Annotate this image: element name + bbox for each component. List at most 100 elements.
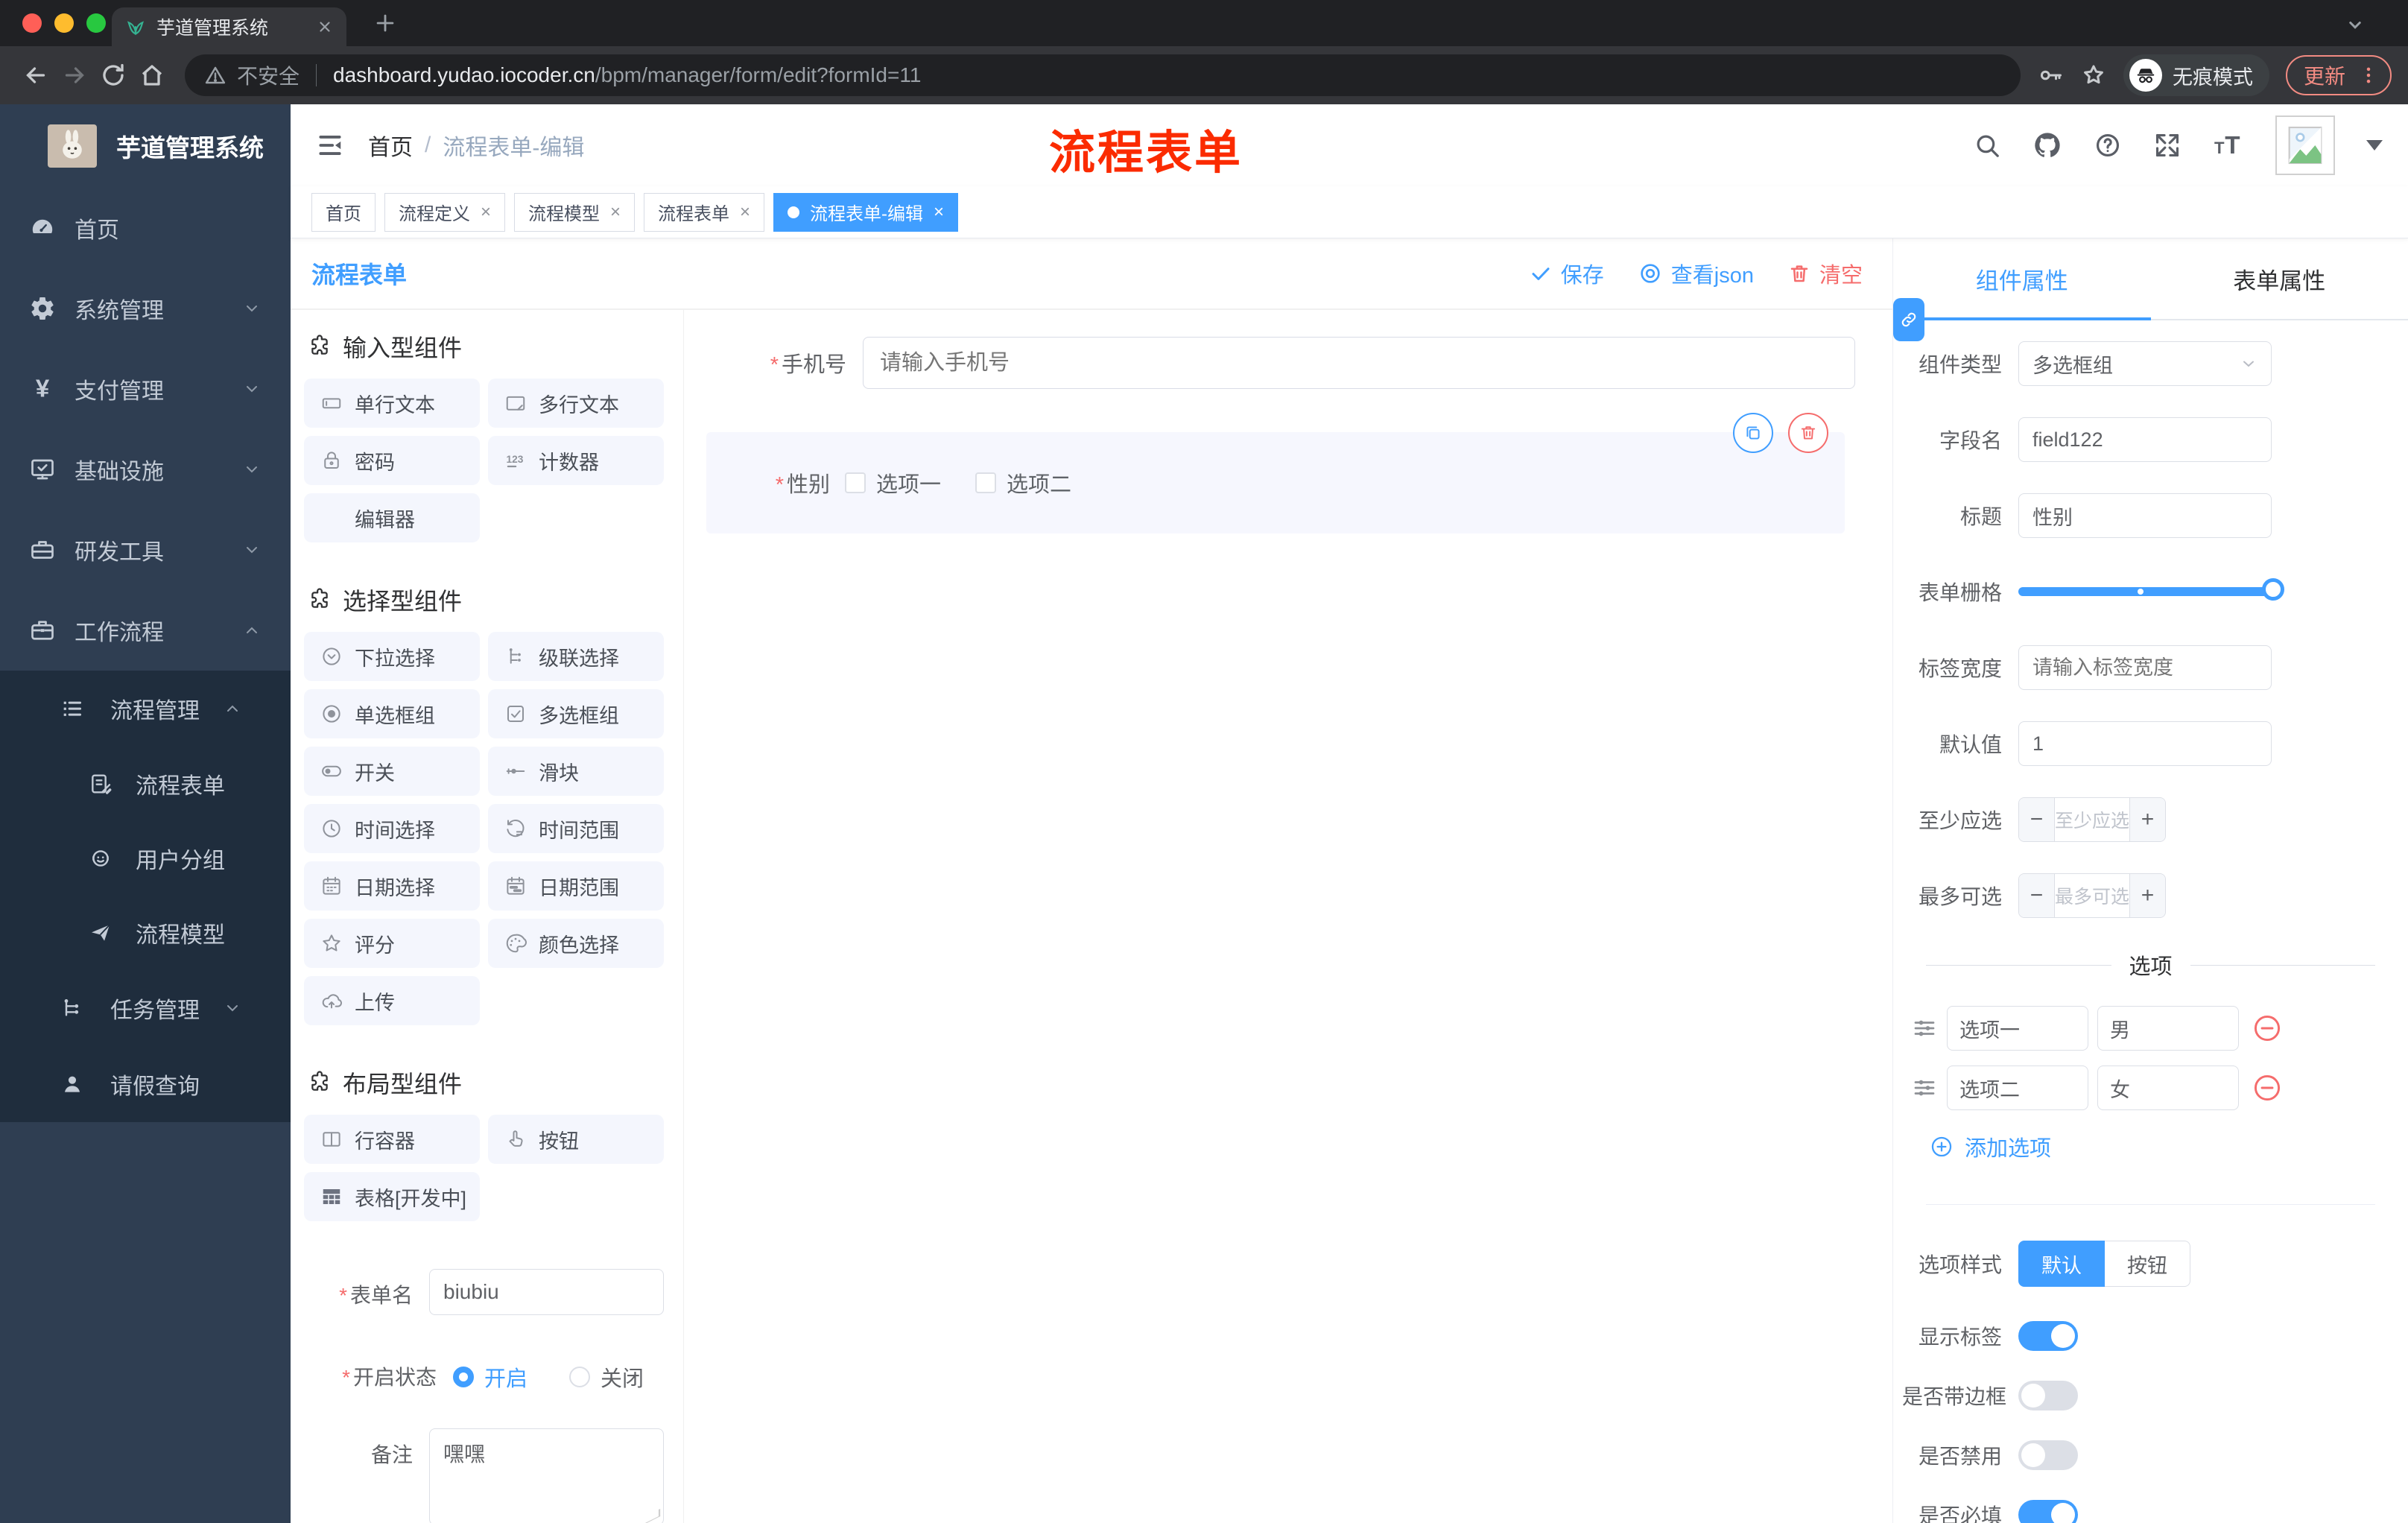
disabled-toggle[interactable] [2018, 1440, 2078, 1470]
checkbox-box[interactable] [845, 472, 866, 493]
sidebar-item-process-model[interactable]: 流程模型 [0, 896, 291, 970]
component-type-select[interactable]: 多选框组 [2018, 341, 2272, 386]
phone-input[interactable] [863, 337, 1855, 389]
min-select-stepper[interactable]: − 至少应选 + [2018, 797, 2166, 842]
gender-option-2[interactable]: 选项二 [975, 467, 1071, 498]
sidebar-item-process-mgmt[interactable]: 流程管理 [0, 671, 291, 747]
tab-close-icon[interactable] [317, 19, 333, 35]
palette-item-rate[interactable]: 评分 [304, 919, 480, 968]
stepper-decrease-button[interactable]: − [2019, 798, 2055, 841]
option-value-input[interactable] [2097, 1066, 2239, 1110]
checkbox-box[interactable] [975, 472, 997, 493]
avatar[interactable] [2275, 115, 2335, 175]
sidebar-item-task-mgmt[interactable]: 任务管理 [0, 970, 291, 1046]
required-toggle[interactable] [2018, 1500, 2078, 1523]
sidebar-item-infra[interactable]: 基础设施 [0, 429, 291, 510]
new-tab-button[interactable] [373, 10, 398, 36]
tag-close-icon[interactable]: × [934, 202, 944, 223]
remove-option-button[interactable] [2251, 1071, 2284, 1104]
app-logo[interactable]: 芋道管理系统 [0, 104, 291, 188]
clear-button[interactable]: 清空 [1788, 258, 1863, 289]
tag-close-icon[interactable]: × [481, 202, 491, 223]
status-radio-on[interactable]: 开启 [453, 1361, 527, 1393]
palette-item-checkbox-group[interactable]: 多选框组 [488, 689, 664, 738]
maximize-window-button[interactable] [86, 13, 106, 33]
palette-item-single-text[interactable]: 单行文本 [304, 379, 480, 428]
palette-item-password[interactable]: 密码 [304, 436, 480, 485]
address-bar[interactable]: 不安全 dashboard.yudao.iocoder.cn/bpm/manag… [185, 54, 2021, 96]
palette-item-table[interactable]: 表格[开发中] [304, 1172, 480, 1221]
tab-component-props[interactable]: 组件属性 [1893, 238, 2151, 319]
palette-item-time-range[interactable]: 时间范围 [488, 804, 664, 853]
palette-item-counter[interactable]: 123 计数器 [488, 436, 664, 485]
close-window-button[interactable] [22, 13, 42, 33]
sidebar-item-process-form[interactable]: 流程表单 [0, 747, 291, 821]
style-button-button[interactable]: 按钮 [2105, 1241, 2190, 1287]
form-grid-slider[interactable] [2018, 569, 2284, 614]
delete-component-button[interactable] [1788, 413, 1828, 453]
field-name-input[interactable] [2018, 417, 2272, 462]
option-label-input[interactable] [1947, 1006, 2088, 1051]
label-width-input[interactable] [2018, 645, 2272, 690]
option-label-input[interactable] [1947, 1066, 2088, 1110]
tag-close-icon[interactable]: × [740, 202, 750, 223]
palette-item-time-picker[interactable]: 时间选择 [304, 804, 480, 853]
sidebar-item-workflow[interactable]: 工作流程 [0, 590, 291, 671]
sidebar-item-leave-query[interactable]: 请假查询 [0, 1046, 291, 1122]
minimize-window-button[interactable] [54, 13, 74, 33]
drag-handle-icon[interactable] [1911, 1015, 1938, 1042]
sidebar-item-payment[interactable]: ¥ 支付管理 [0, 349, 291, 429]
slider-handle[interactable] [2262, 578, 2284, 601]
password-key-icon[interactable] [2037, 62, 2064, 89]
sidebar-item-system[interactable]: 系统管理 [0, 268, 291, 349]
back-button[interactable] [16, 56, 55, 95]
reload-button[interactable] [94, 56, 133, 95]
palette-item-editor[interactable]: 编辑器 [304, 493, 480, 542]
max-select-stepper[interactable]: − 最多可选 + [2018, 873, 2166, 918]
stepper-increase-button[interactable]: + [2129, 798, 2165, 841]
sidebar-item-devtools[interactable]: 研发工具 [0, 510, 291, 590]
font-size-icon[interactable]: TT [2213, 131, 2244, 159]
home-button[interactable] [133, 56, 171, 95]
palette-item-row-container[interactable]: 行容器 [304, 1115, 480, 1164]
palette-item-slider[interactable]: 滑块 [488, 747, 664, 796]
avatar-caret-icon[interactable] [2366, 140, 2383, 151]
tag-process-model[interactable]: 流程模型 × [514, 192, 636, 232]
search-icon[interactable] [1973, 131, 2001, 159]
show-label-toggle[interactable] [2018, 1321, 2078, 1351]
palette-item-date-range[interactable]: 日期范围 [488, 861, 664, 911]
status-radio-off[interactable]: 关闭 [569, 1361, 644, 1393]
gender-component-selected[interactable]: * 性别 选项一 选项二 [706, 413, 1845, 533]
option-value-input[interactable] [2097, 1006, 2239, 1051]
phone-field-row[interactable]: * 手机号 [684, 337, 1855, 389]
tag-process-form[interactable]: 流程表单 × [644, 192, 765, 232]
sidebar-item-user-groups[interactable]: 用户分组 [0, 821, 291, 896]
sidebar-collapse-icon[interactable] [316, 131, 344, 159]
duplicate-component-button[interactable] [1733, 413, 1773, 453]
sidebar-item-home[interactable]: 首页 [0, 188, 291, 268]
palette-item-button[interactable]: 按钮 [488, 1115, 664, 1164]
tag-home[interactable]: 首页 [311, 192, 376, 232]
fullscreen-icon[interactable] [2153, 131, 2182, 159]
palette-item-multi-text[interactable]: 多行文本 [488, 379, 664, 428]
border-toggle[interactable] [2018, 1381, 2078, 1410]
add-option-button[interactable]: 添加选项 [1929, 1131, 2408, 1162]
stepper-decrease-button[interactable]: − [2019, 874, 2055, 917]
drag-handle-icon[interactable] [1911, 1074, 1938, 1101]
tag-process-form-edit[interactable]: 流程表单-编辑 × [773, 192, 959, 232]
palette-item-color-picker[interactable]: 颜色选择 [488, 919, 664, 968]
chrome-update-button[interactable]: 更新 [2285, 55, 2392, 95]
tab-form-props[interactable]: 表单属性 [2151, 238, 2408, 319]
breadcrumb-home[interactable]: 首页 [368, 129, 413, 162]
browser-menu-icon[interactable] [2357, 64, 2380, 86]
view-json-button[interactable]: 查看json [1638, 258, 1754, 289]
title-input[interactable] [2018, 493, 2272, 538]
gender-option-1[interactable]: 选项一 [845, 467, 941, 498]
style-default-button[interactable]: 默认 [2018, 1241, 2105, 1287]
palette-item-radio-group[interactable]: 单选框组 [304, 689, 480, 738]
save-button[interactable]: 保存 [1530, 258, 1604, 289]
palette-item-upload[interactable]: 上传 [304, 976, 480, 1025]
form-name-input[interactable] [429, 1269, 664, 1315]
help-icon[interactable] [2094, 131, 2122, 159]
default-value-input[interactable] [2018, 721, 2272, 766]
